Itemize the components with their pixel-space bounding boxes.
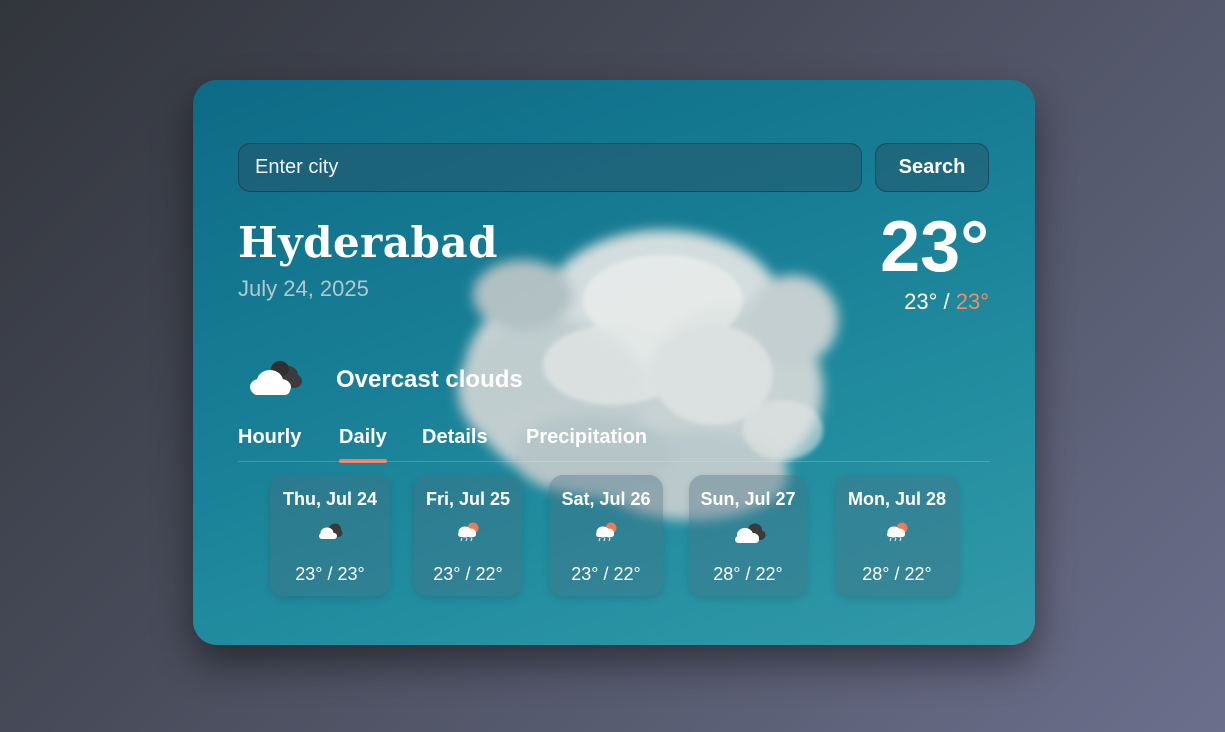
sun-rain-cloud-icon (887, 522, 908, 542)
weather-condition: Overcast clouds (336, 366, 523, 393)
tab-hourly[interactable]: Hourly (238, 426, 301, 449)
forecast-day-card[interactable]: Sat, Jul 26 23° / 22° (549, 475, 663, 596)
forecast-day-card[interactable]: Thu, Jul 24 23° / 23° (270, 475, 390, 596)
forecast-day-card[interactable]: Fri, Jul 25 23° / 22° (414, 475, 522, 596)
current-date: July 24, 2025 (238, 276, 369, 301)
tabs-divider (238, 461, 989, 462)
tab-daily[interactable]: Daily (339, 426, 387, 449)
overcast-clouds-icon (250, 361, 302, 395)
forecast-day-temps: 28° / 22° (862, 564, 932, 584)
forecast-day-label: Thu, Jul 24 (282, 489, 378, 509)
search-input[interactable] (238, 143, 862, 192)
current-temperature: 23° (880, 207, 989, 287)
forecast-day-label: Mon, Jul 28 (847, 489, 946, 509)
forecast-day-label: Sun, Jul 27 (700, 489, 796, 509)
weather-card: Search Hyderabad July 24, 2025 23° 23° /… (193, 80, 1035, 645)
forecast-day-label: Fri, Jul 25 (425, 489, 511, 509)
sun-rain-cloud-icon (596, 522, 617, 542)
temperature-range: 23° / 23° (904, 289, 989, 315)
forecast-day-temps: 23° / 23° (295, 564, 365, 584)
tab-precipitation[interactable]: Precipitation (526, 426, 647, 449)
forecast-day-card[interactable]: Sun, Jul 27 28° / 22° (689, 475, 807, 596)
temperature-separator: / (937, 289, 956, 314)
forecast-day-temps: 23° / 22° (433, 564, 503, 584)
forecast-day-temps: 23° / 22° (571, 564, 641, 584)
city-name: Hyderabad (238, 218, 498, 267)
temperature-high: 23° (955, 289, 989, 314)
overcast-clouds-icon (735, 523, 766, 543)
sun-rain-cloud-icon (458, 522, 479, 542)
forecast-day-temps: 28° / 22° (713, 564, 783, 584)
search-button[interactable]: Search (875, 143, 989, 192)
overcast-clouds-icon (319, 523, 343, 539)
temperature-low: 23° (904, 289, 938, 314)
forecast-day-card[interactable]: Mon, Jul 28 28° / 22° (835, 475, 959, 596)
tab-details[interactable]: Details (422, 426, 488, 449)
forecast-day-label: Sat, Jul 26 (561, 489, 651, 509)
